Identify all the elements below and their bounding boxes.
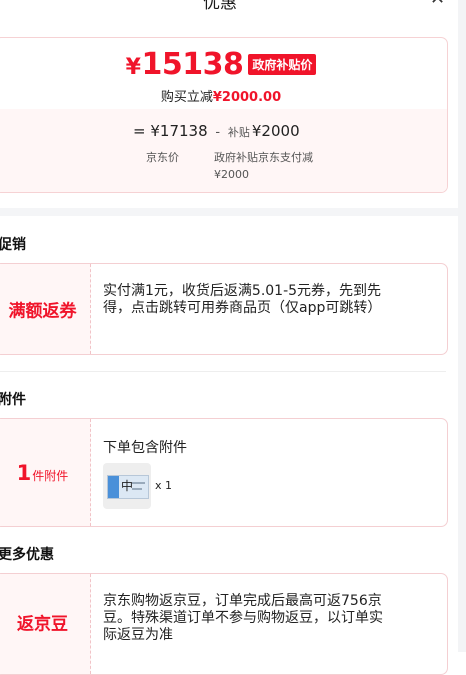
equals-sign: = — [133, 122, 146, 140]
section-divider — [0, 208, 458, 216]
attachment-description: 下单包含附件 — [103, 440, 187, 456]
instant-discount-amount: ¥2000.00 — [212, 90, 282, 105]
page-title: 优惠 — [203, 0, 237, 13]
document-icon: 中 — [107, 475, 149, 499]
price-summary: ¥15138 政府补贴价 购买立减¥2000.00 — [0, 38, 447, 108]
promotion-tag: 满额返券 — [0, 264, 91, 354]
divider — [0, 371, 446, 372]
promotion-section-title: 促销 — [0, 237, 26, 253]
attachment-quantity: x 1 — [155, 479, 173, 492]
instant-discount-label: 购买立减 — [160, 90, 213, 105]
final-price: ¥15138 — [126, 47, 244, 82]
jingdou-description: 京东购物返京豆，订单完成后最高可返756京豆。特殊渠道订单不参与购物返豆，以订单… — [103, 593, 383, 643]
attachment-section-title: 附件 — [0, 392, 26, 408]
minus-sign: - — [215, 125, 221, 140]
thumbnail-char: 中 — [121, 479, 134, 493]
currency-symbol: ¥ — [125, 55, 141, 80]
jd-price-label: 京东价 — [146, 151, 179, 164]
promotion-tag-label: 满额返券 — [8, 301, 77, 322]
price-card: ¥15138 政府补贴价 购买立减¥2000.00 = ¥17138 - 补贴 ¥2… — [0, 37, 448, 193]
promotion-description: 实付满1元，收货后返满5.01-5元券，先到先得，点击跳转可用券商品页（仅app… — [103, 283, 382, 316]
scrollbar[interactable] — [458, 0, 466, 652]
price-breakdown: = ¥17138 - 补贴 ¥2000 京东价 政府补贴京东支付减¥2000 — [0, 109, 447, 192]
attachment-card[interactable]: 1件附件 下单包含附件 中 x 1 — [0, 418, 448, 527]
attachment-tag-label: 1件附件 — [0, 461, 90, 485]
instant-discount: 购买立减¥2000.00 — [0, 86, 447, 105]
more-offers-section-title: 更多优惠 — [0, 547, 54, 563]
attachment-count-word: 件附件 — [32, 468, 69, 483]
subsidy-description: 政府补贴京东支付减¥2000 — [214, 151, 313, 181]
subsidy-badge: 政府补贴价 — [248, 54, 317, 75]
attachment-thumbnail[interactable]: 中 — [103, 463, 151, 509]
attachment-tag: 1件附件 — [0, 419, 91, 526]
close-icon[interactable]: ✕ — [430, 0, 445, 9]
subsidy-amount: ¥2000 — [251, 122, 300, 140]
final-price-value: 15138 — [141, 47, 244, 82]
price-formula: = ¥17138 - 补贴 ¥2000 — [133, 122, 300, 140]
promotion-card[interactable]: 满额返券 实付满1元，收货后返满5.01-5元券，先到先得，点击跳转可用券商品页… — [0, 263, 448, 355]
attachment-count: 1 — [16, 460, 32, 485]
jd-price: ¥17138 — [150, 122, 208, 140]
jingdou-tag-label: 返京豆 — [17, 614, 68, 635]
subsidy-label: 补贴 — [227, 126, 250, 139]
jingdou-card[interactable]: 返京豆 京东购物返京豆，订单完成后最高可返756京豆。特殊渠道订单不参与购物返豆… — [0, 573, 448, 675]
jingdou-tag: 返京豆 — [0, 574, 91, 674]
